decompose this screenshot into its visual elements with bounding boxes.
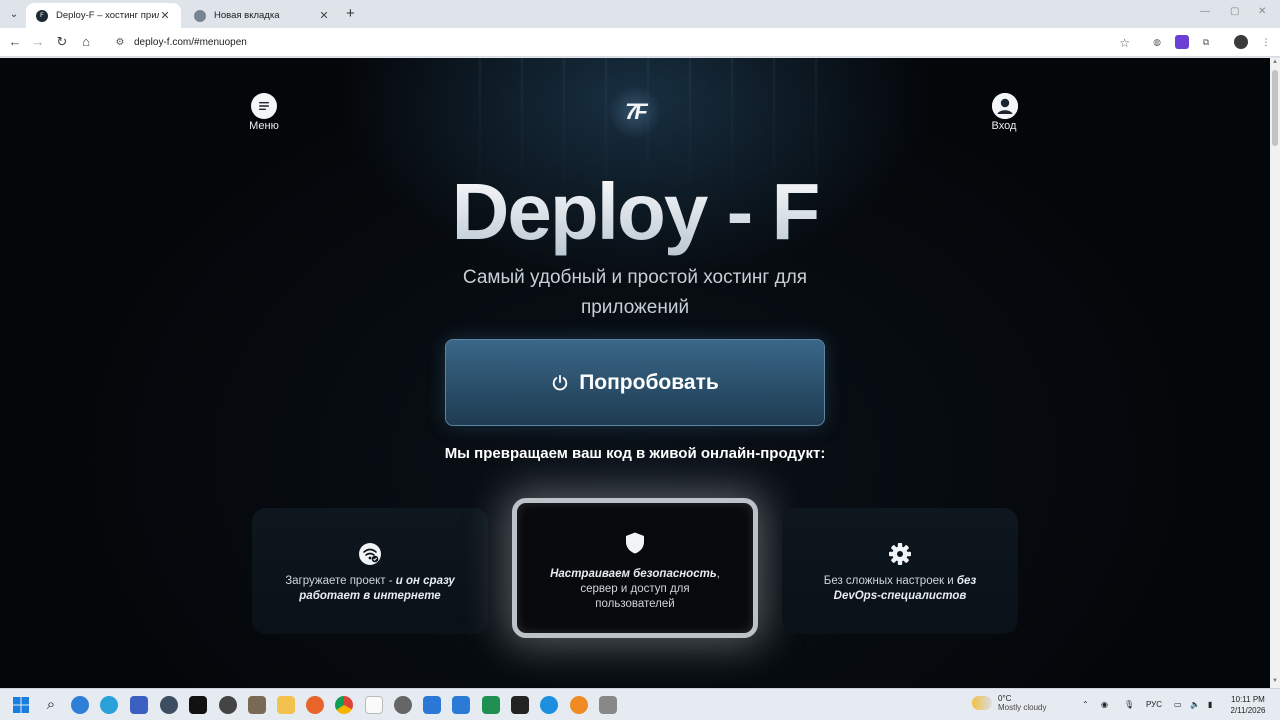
file-explorer-icon[interactable] xyxy=(277,696,295,714)
feature-text-plain: Без сложных настроек и xyxy=(823,575,957,587)
vscode-icon[interactable] xyxy=(452,696,470,714)
logo-mark: 7F xyxy=(625,99,648,124)
deploy-f-favicon-icon: F xyxy=(36,9,48,22)
feature-text: Без сложных настроек и без DevOps-специа… xyxy=(805,574,995,604)
clock-date: 2/11/2026 xyxy=(1230,706,1266,715)
gimp-icon[interactable] xyxy=(248,696,266,714)
database-icon[interactable] xyxy=(599,696,617,714)
tab-deploy-f[interactable]: F Deploy-F – хостинг приложен ✕ xyxy=(26,3,181,28)
menu-label[interactable]: Меню xyxy=(234,120,294,132)
browser-toolbar: ← → ↻ ⌂ ⚙ deploy-f.com/#menuopen ☆ ◍ ⧉ ⋮ xyxy=(0,28,1280,57)
more-menu-icon[interactable]: ⋮ xyxy=(1259,35,1273,49)
extensions-puzzle-icon[interactable]: ⧉ xyxy=(1199,35,1213,49)
language-indicator[interactable]: РУС xyxy=(1146,700,1162,709)
shield-icon xyxy=(626,532,644,554)
app-icon-3[interactable] xyxy=(219,696,237,714)
tray-chevron-icon[interactable]: ⌃ xyxy=(1082,700,1089,709)
menu-button[interactable] xyxy=(251,93,277,119)
bookmark-star-icon[interactable]: ☆ xyxy=(1119,36,1130,50)
settings-app-icon[interactable] xyxy=(394,696,412,714)
tab-new-tab[interactable]: Новая вкладка ✕ xyxy=(184,3,340,28)
app-icon-1[interactable] xyxy=(71,696,89,714)
url-text[interactable]: deploy-f.com/#menuopen xyxy=(134,37,247,48)
feature-card-security: Настраиваем безопасность, сервер и досту… xyxy=(512,498,758,638)
headphones-app-icon[interactable] xyxy=(130,696,148,714)
clock-time: 10:11 PM xyxy=(1231,695,1265,704)
tiktok-icon[interactable] xyxy=(189,696,207,714)
chrome-icon[interactable] xyxy=(335,696,353,714)
weather-description: Mostly cloudy xyxy=(998,703,1047,712)
translate-icon[interactable]: ◍ xyxy=(1150,35,1164,49)
telegram-icon[interactable] xyxy=(100,696,118,714)
notepad-icon[interactable] xyxy=(365,696,383,714)
lead-text: Мы превращаем ваш код в живой онлайн-про… xyxy=(444,445,826,462)
scroll-up-icon[interactable]: ▲ xyxy=(1271,59,1279,65)
deploy-f-logo[interactable]: 7F xyxy=(609,86,661,138)
feature-card-deploy: Загружаете проект - и он сразу работает … xyxy=(252,508,488,634)
firefox-icon[interactable] xyxy=(306,696,324,714)
address-bar[interactable]: ⚙ deploy-f.com/#menuopen ☆ xyxy=(104,31,1140,54)
feature-text-plain: Загружаете проект - xyxy=(285,575,396,587)
tab-title: Новая вкладка xyxy=(214,10,280,21)
scrollbar-thumb[interactable] xyxy=(1272,70,1278,146)
feature-text: Настраиваем безопасность, сервер и досту… xyxy=(540,567,730,612)
try-button[interactable]: Попробовать xyxy=(445,339,825,426)
hero-subtitle: Самый удобный и простой хостинг для прил… xyxy=(462,267,808,318)
weather-widget[interactable]: 0°C Mostly cloudy xyxy=(972,694,1046,712)
tab-search-chevron-icon[interactable]: ⌄ xyxy=(6,6,22,22)
tab-title: Deploy-F – хостинг приложен xyxy=(56,10,159,21)
back-arrow-icon[interactable]: ← xyxy=(7,34,23,49)
feature-text: Загружаете проект - и он сразу работает … xyxy=(275,574,465,604)
wifi-check-icon xyxy=(359,543,381,565)
tab-strip: ⌄ F Deploy-F – хостинг приложен ✕ Новая … xyxy=(0,0,1280,28)
network-icon[interactable]: ▭ xyxy=(1174,700,1182,709)
weather-temperature: 0°C xyxy=(998,694,1012,703)
os-taskbar: ⌕ 0°C Mostly cloudy ⌃ ◉ 🎙 РУС ▭ 🔈 ▮ 10:1… xyxy=(0,688,1280,720)
windows-start-icon[interactable] xyxy=(12,696,30,714)
chrome-favicon-icon xyxy=(194,9,206,22)
app-icon-4[interactable] xyxy=(423,696,441,714)
try-button-label: Попробовать xyxy=(579,370,719,394)
system-clock[interactable]: 10:11 PM 2/11/2026 xyxy=(1224,694,1272,716)
profile-avatar-icon[interactable] xyxy=(1234,35,1248,49)
pycharm-icon[interactable] xyxy=(482,696,500,714)
power-icon xyxy=(553,374,568,390)
minimize-icon[interactable]: — xyxy=(1200,6,1210,17)
login-button[interactable] xyxy=(992,93,1018,119)
extension-icon[interactable] xyxy=(1175,35,1189,49)
tab-close-icon[interactable]: ✕ xyxy=(318,9,330,22)
tab-close-icon[interactable]: ✕ xyxy=(159,9,171,22)
site-info-icon[interactable]: ⚙ xyxy=(110,37,130,48)
scroll-down-icon[interactable]: ▼ xyxy=(1271,678,1279,684)
page-viewport: Меню 7F Вход Deploy - F Самый удобный и … xyxy=(0,58,1270,688)
home-icon[interactable]: ⌂ xyxy=(78,34,94,49)
app-icon-5[interactable] xyxy=(540,696,558,714)
close-window-icon[interactable]: ✕ xyxy=(1258,6,1266,17)
battery-icon[interactable]: ▮ xyxy=(1208,700,1212,709)
hamburger-icon xyxy=(259,102,269,110)
app-icon-6[interactable] xyxy=(570,696,588,714)
volume-icon[interactable]: 🔈 xyxy=(1190,700,1200,709)
gear-icon xyxy=(889,543,911,565)
hero-title: Deploy - F xyxy=(0,166,1270,258)
search-icon[interactable]: ⌕ xyxy=(42,696,60,714)
forward-arrow-icon[interactable]: → xyxy=(30,34,46,49)
maximize-icon[interactable]: ▢ xyxy=(1230,6,1239,17)
login-label[interactable]: Вход xyxy=(974,120,1034,132)
reload-icon[interactable]: ↻ xyxy=(54,34,70,50)
new-tab-button[interactable]: + xyxy=(346,5,355,22)
feature-text-emphasis: Настраиваем безопасность xyxy=(550,568,717,580)
intellij-icon[interactable] xyxy=(511,696,529,714)
user-icon xyxy=(992,93,1018,119)
microphone-icon[interactable]: 🎙 xyxy=(1124,700,1134,709)
partly-cloudy-icon xyxy=(972,696,992,710)
page-scrollbar[interactable]: ▲ ▼ xyxy=(1270,58,1280,688)
app-icon-2[interactable] xyxy=(160,696,178,714)
tray-app-icon[interactable]: ◉ xyxy=(1101,700,1108,709)
feature-card-no-devops: Без сложных настроек и без DevOps-специа… xyxy=(782,508,1018,634)
